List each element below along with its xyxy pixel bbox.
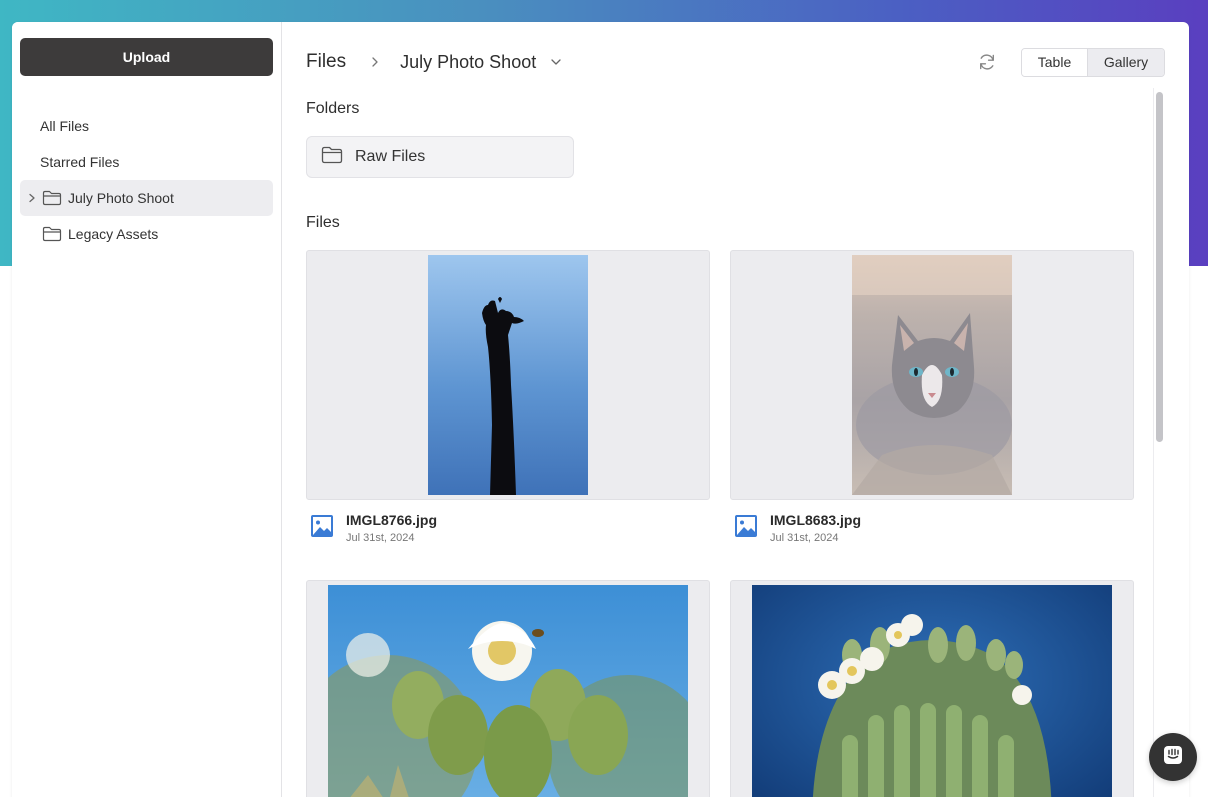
folder-card-raw-files[interactable]: Raw Files [306, 136, 574, 178]
file-thumbnail[interactable] [730, 580, 1134, 797]
upload-button[interactable]: Upload [20, 38, 273, 76]
file-card[interactable] [306, 580, 710, 797]
view-toggle: Table Gallery [1021, 47, 1165, 77]
file-card[interactable]: IMGL8766.jpg Jul 31st, 2024 [306, 250, 710, 544]
chevron-down-icon[interactable] [550, 57, 562, 67]
sidebar-item-starred-files[interactable]: Starred Files [20, 144, 273, 180]
main-panel: Files July Photo Shoot Table Gallery Fol… [282, 22, 1189, 797]
cactus-silhouette-image [428, 255, 588, 495]
folder-card-label: Raw Files [355, 148, 426, 165]
header-actions: Table Gallery [973, 47, 1165, 77]
folder-icon [42, 189, 62, 207]
chevron-right-icon[interactable] [24, 190, 40, 206]
file-card[interactable]: IMGL8683.jpg Jul 31st, 2024 [730, 250, 1134, 544]
cat-photo-image [852, 255, 1012, 495]
image-file-icon [310, 514, 334, 538]
file-meta: IMGL8766.jpg Jul 31st, 2024 [306, 512, 710, 544]
sidebar-nav: All Files Starred Files July Photo Shoot [20, 108, 273, 252]
app-window: Upload All Files Starred Files July Phot… [12, 22, 1189, 797]
chat-icon [1162, 744, 1184, 771]
view-option-table[interactable]: Table [1022, 48, 1088, 76]
image-file-icon [734, 514, 758, 538]
folders-section-title: Folders [306, 100, 360, 117]
refresh-icon[interactable] [973, 48, 1001, 76]
breadcrumb-root[interactable]: Files [306, 51, 346, 73]
cactus-blossom-image [328, 585, 688, 797]
content-area: Folders Raw Files Files IMGL8766.jpg Jul… [306, 94, 1134, 797]
sidebar-item-label: Legacy Assets [68, 226, 159, 242]
folder-icon [42, 225, 62, 243]
file-thumbnail[interactable] [306, 250, 710, 500]
sidebar-item-label: All Files [40, 118, 90, 134]
sidebar-item-july-photo-shoot[interactable]: July Photo Shoot [20, 180, 273, 216]
header: Files July Photo Shoot Table Gallery [306, 46, 1165, 78]
file-date: Jul 31st, 2024 [346, 532, 415, 544]
file-card[interactable] [730, 580, 1134, 797]
sidebar-item-legacy-assets[interactable]: Legacy Assets [20, 216, 273, 252]
scrollbar[interactable] [1153, 88, 1165, 797]
view-option-gallery[interactable]: Gallery [1088, 48, 1164, 76]
file-thumbnail[interactable] [730, 250, 1134, 500]
file-date: Jul 31st, 2024 [770, 532, 839, 544]
scrollbar-thumb[interactable] [1156, 92, 1163, 442]
saguaro-crown-image [752, 585, 1112, 797]
file-meta: IMGL8683.jpg Jul 31st, 2024 [730, 512, 1134, 544]
sidebar-item-all-files[interactable]: All Files [20, 108, 273, 144]
chat-widget-button[interactable] [1149, 733, 1197, 781]
sidebar-item-label: July Photo Shoot [68, 190, 174, 206]
sidebar: Upload All Files Starred Files July Phot… [12, 22, 282, 797]
sidebar-item-label: Starred Files [40, 154, 120, 170]
file-thumbnail[interactable] [306, 580, 710, 797]
file-name: IMGL8766.jpg [346, 512, 438, 528]
chevron-right-icon [370, 56, 380, 68]
folder-icon [321, 146, 343, 169]
breadcrumb-current: July Photo Shoot [400, 51, 537, 72]
file-name: IMGL8683.jpg [770, 512, 862, 528]
files-section-title: Files [306, 214, 340, 231]
